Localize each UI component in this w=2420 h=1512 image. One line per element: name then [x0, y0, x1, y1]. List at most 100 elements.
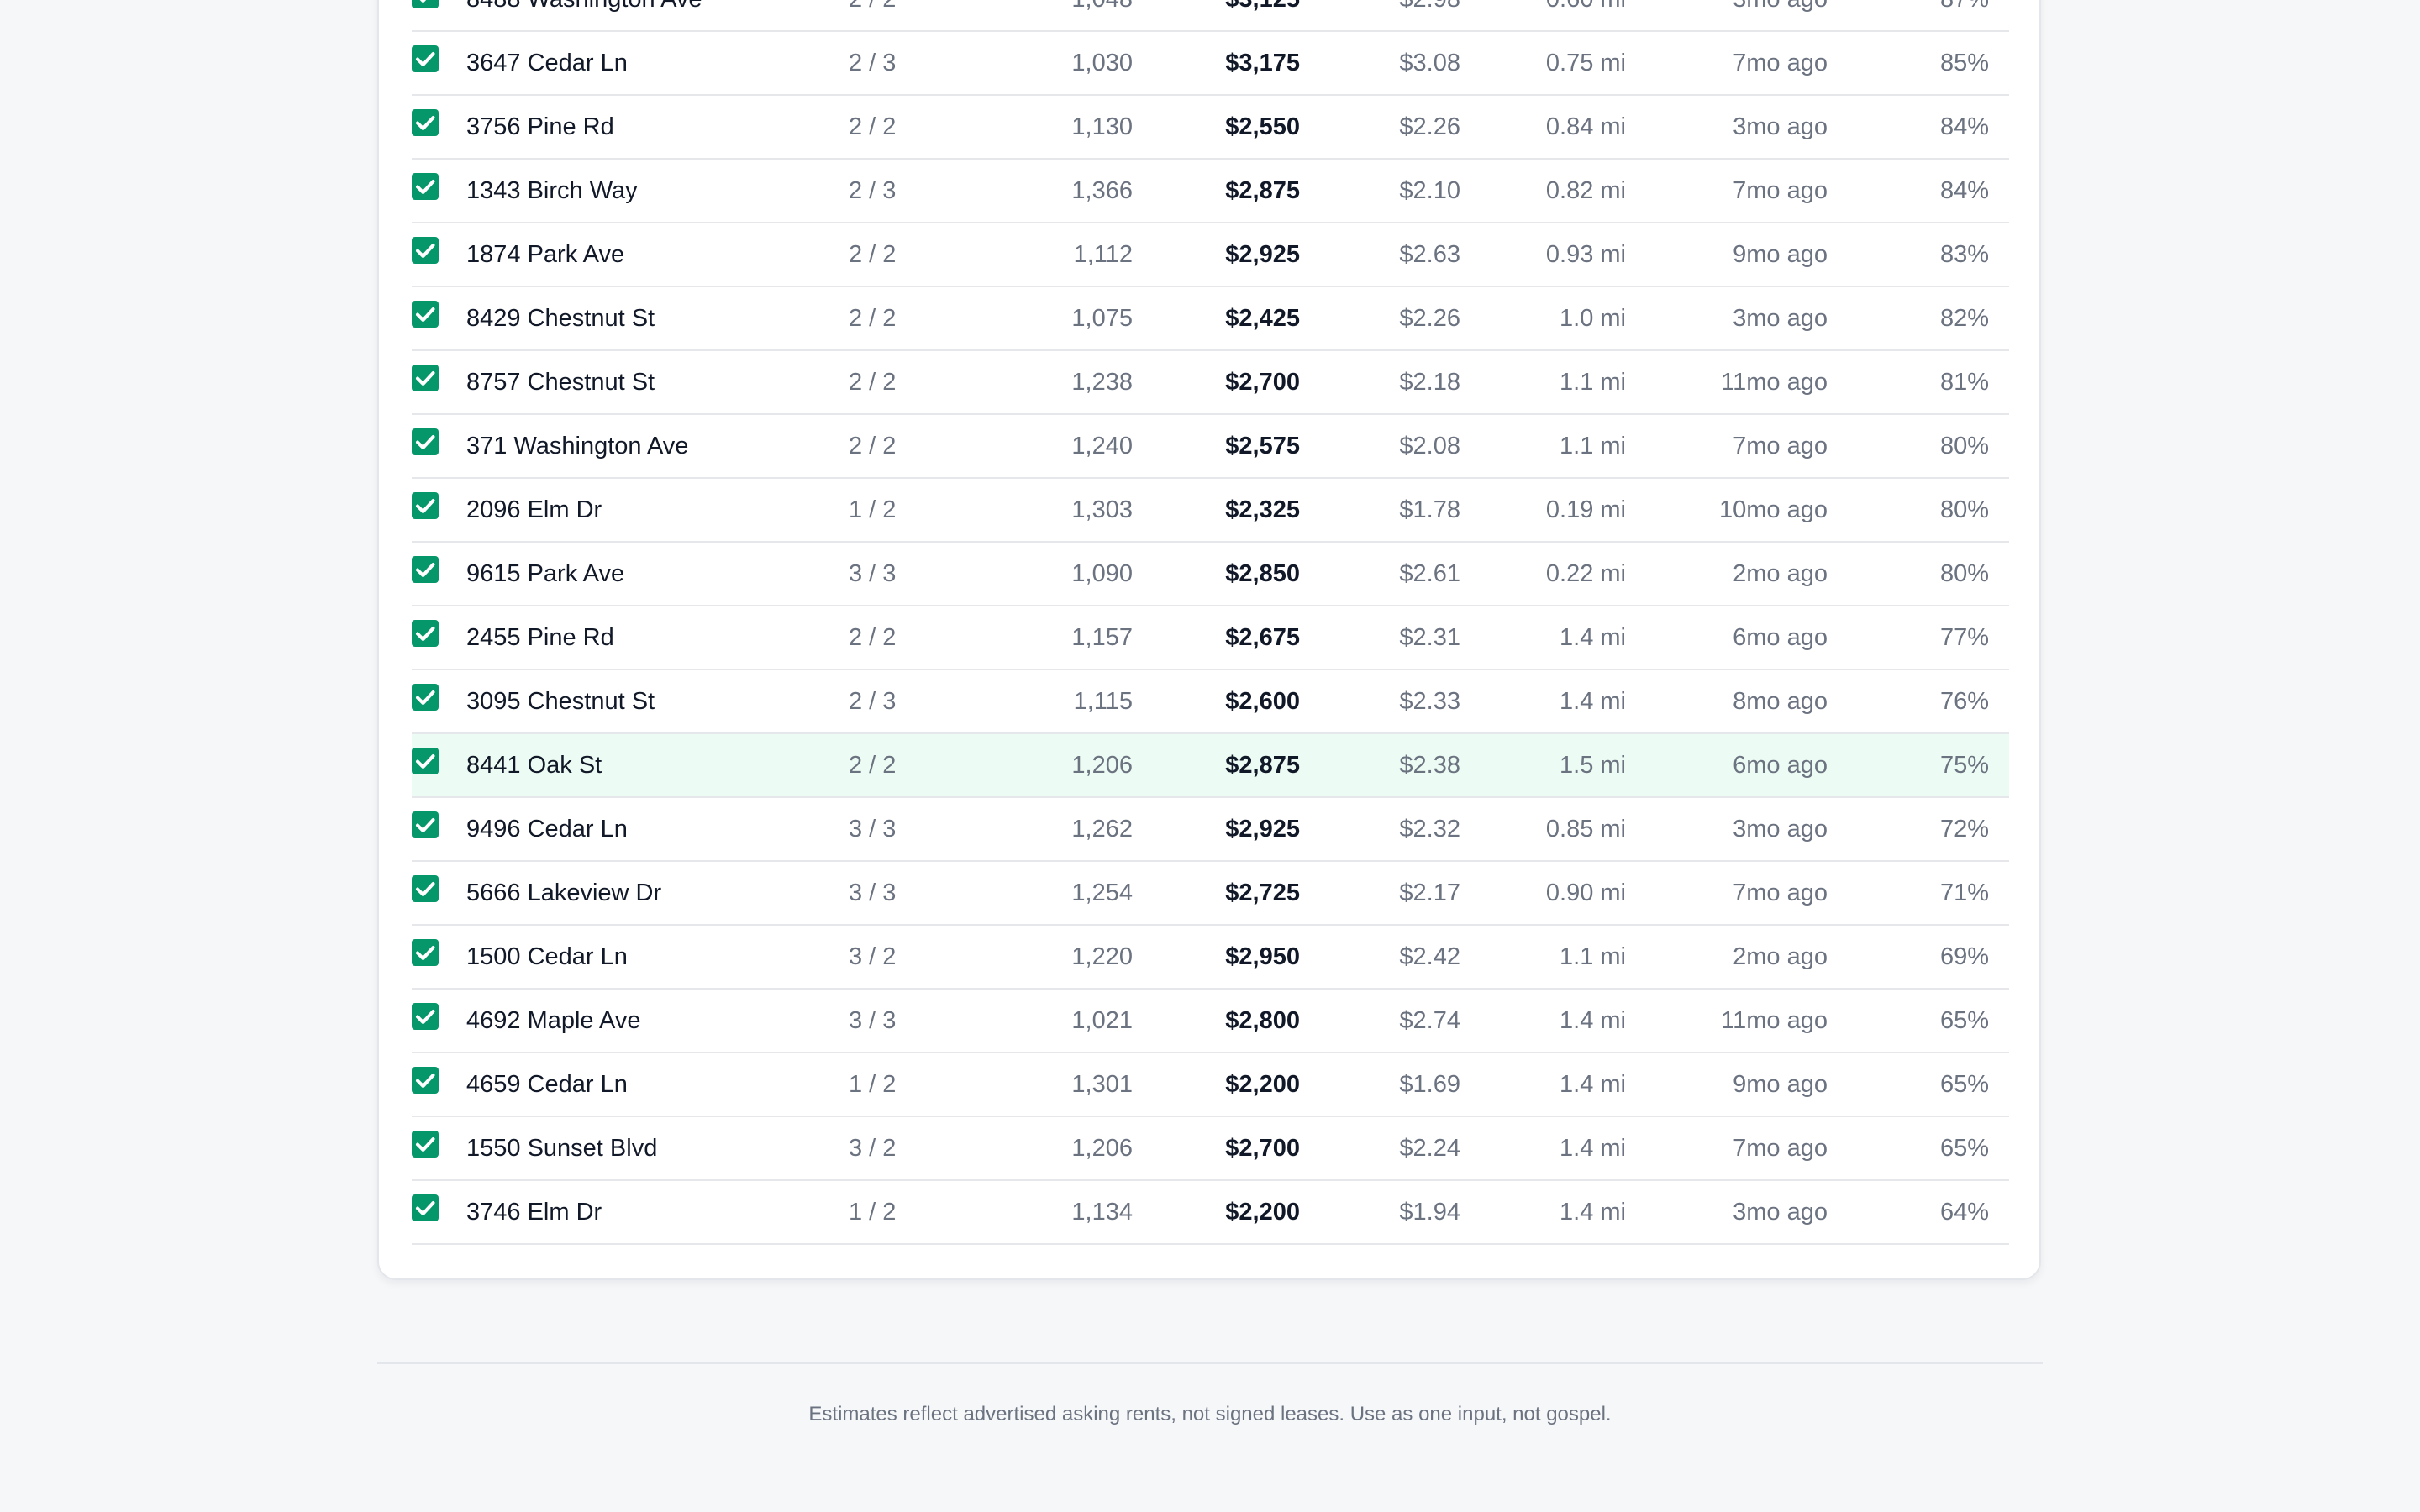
bed-bath-cell: 2 / 2 — [849, 305, 897, 332]
bed-bath-cell: 1 / 2 — [849, 1199, 897, 1226]
sqft-cell: 1,112 — [1073, 241, 1133, 268]
rent-cell: $2,425 — [1225, 305, 1300, 332]
listed-date-cell: 7mo ago — [1733, 50, 1828, 76]
rent-cell: $2,550 — [1225, 113, 1300, 140]
table-row[interactable]: 371 Washington Ave 2 / 2 1,240 $2,575 $2.08 1… — [412, 415, 2009, 479]
listed-date-cell: 3mo ago — [1630, 0, 1828, 30]
bed-bath-cell: 3 / 3 — [849, 1007, 897, 1034]
checkbox-checked-icon[interactable] — [412, 237, 439, 264]
price-per-sqft-cell: $1.78 — [1399, 496, 1460, 523]
table-row[interactable]: 5666 Lakeview Dr 3 / 3 1,254 $2,725 $2.17 0.9… — [412, 862, 2009, 926]
address-cell: 2455 Pine Rd — [466, 624, 614, 651]
address-cell: 5666 Lakeview Dr — [466, 879, 662, 906]
checkbox-checked-icon[interactable] — [412, 45, 439, 72]
match-score-cell: 82% — [1939, 305, 1989, 332]
price-per-sqft-cell: $2.98 — [1302, 0, 1460, 30]
address-cell: 371 Washington Ave — [466, 433, 689, 459]
rent-cell: $2,700 — [1225, 1135, 1300, 1162]
rent-cell: $2,700 — [1225, 369, 1300, 396]
rent-cell: $2,725 — [1225, 879, 1300, 906]
price-per-sqft-cell: $2.10 — [1399, 177, 1460, 204]
price-per-sqft-cell: $2.33 — [1399, 688, 1460, 715]
table-row[interactable]: 9496 Cedar Ln 3 / 3 1,262 $2,925 $2.32 0.85 m… — [412, 798, 2009, 862]
match-score-cell: 83% — [1939, 241, 1989, 268]
table-row[interactable]: 3756 Pine Rd 2 / 2 1,130 $2,550 $2.26 0.84 mi… — [412, 96, 2009, 160]
sqft-cell: 1,157 — [1071, 624, 1133, 651]
match-score-cell: 80% — [1939, 496, 1989, 523]
listed-date-cell: 2mo ago — [1733, 943, 1828, 970]
checkbox-checked-icon[interactable] — [412, 492, 439, 519]
distance-cell: 1.4 mi — [1560, 688, 1626, 715]
listed-date-cell: 3mo ago — [1733, 305, 1828, 332]
address-cell: 9496 Cedar Ln — [466, 816, 628, 843]
match-score-cell: 65% — [1939, 1007, 1989, 1034]
distance-cell: 1.1 mi — [1560, 433, 1626, 459]
checkbox-checked-icon[interactable] — [412, 1067, 439, 1094]
sqft-cell: 1,366 — [1071, 177, 1133, 204]
table-row[interactable]: 3095 Chestnut St 2 / 3 1,115 $2,600 $2.33 1.4… — [412, 670, 2009, 734]
checkbox-checked-icon[interactable] — [412, 365, 439, 391]
table-row[interactable]: 4692 Maple Ave 3 / 3 1,021 $2,800 $2.74 1.4 m… — [412, 990, 2009, 1053]
table-row[interactable]: 2455 Pine Rd 2 / 2 1,157 $2,675 $2.31 1.4 mi 6… — [412, 606, 2009, 670]
table-row[interactable]: 3647 Cedar Ln 2 / 3 1,030 $3,175 $3.08 0.75 m… — [412, 32, 2009, 96]
match-score-cell: 72% — [1939, 816, 1989, 843]
price-per-sqft-cell: $1.69 — [1399, 1071, 1460, 1098]
table-row[interactable]: 8429 Chestnut St 2 / 2 1,075 $2,425 $2.26 1.0… — [412, 287, 2009, 351]
address-cell: 1874 Park Ave — [466, 241, 625, 268]
table-row[interactable]: 1550 Sunset Blvd 3 / 2 1,206 $2,700 $2.24 1.4… — [412, 1117, 2009, 1181]
sqft-cell: 1,238 — [1071, 369, 1133, 396]
table-row[interactable]: 2096 Elm Dr 1 / 2 1,303 $2,325 $1.78 0.19 mi 1… — [412, 479, 2009, 543]
distance-cell: 1.4 mi — [1560, 1199, 1626, 1226]
address-cell: 8488 Washington Ave — [466, 0, 702, 30]
footer-disclaimer: Estimates reflect advertised asking rent… — [808, 1403, 1612, 1425]
sqft-cell: 1,021 — [1071, 1007, 1133, 1034]
checkbox-checked-icon[interactable] — [412, 875, 439, 902]
table-row[interactable]: 4659 Cedar Ln 1 / 2 1,301 $2,200 $1.69 1.4 mi… — [412, 1053, 2009, 1117]
checkbox-checked-icon[interactable] — [412, 1194, 439, 1221]
checkbox-checked-icon[interactable] — [412, 556, 439, 583]
checkbox-checked-icon[interactable] — [412, 748, 439, 774]
rent-cell: $2,800 — [1225, 1007, 1300, 1034]
rent-cell: $2,925 — [1225, 241, 1300, 268]
bed-bath-cell: 2 / 3 — [849, 50, 897, 76]
table-row[interactable]: 9615 Park Ave 3 / 3 1,090 $2,850 $2.61 0.22 m… — [412, 543, 2009, 606]
match-score-cell: 71% — [1939, 879, 1989, 906]
listed-date-cell: 11mo ago — [1721, 1007, 1828, 1034]
listed-date-cell: 6mo ago — [1733, 624, 1828, 651]
distance-cell: 0.22 mi — [1545, 560, 1626, 587]
table-row[interactable]: 8757 Chestnut St 2 / 2 1,238 $2,700 $2.18 1.1… — [412, 351, 2009, 415]
checkbox-checked-icon[interactable] — [412, 684, 439, 711]
bed-bath-cell: 2 / 3 — [849, 688, 897, 715]
price-per-sqft-cell: $2.24 — [1399, 1135, 1460, 1162]
checkbox-checked-icon[interactable] — [412, 1131, 439, 1158]
price-per-sqft-cell: $2.38 — [1399, 752, 1460, 779]
rent-cell: $2,200 — [1225, 1071, 1300, 1098]
bed-bath-cell: 1 / 2 — [849, 1071, 897, 1098]
price-per-sqft-cell: $2.61 — [1399, 560, 1460, 587]
table-row[interactable]: 3746 Elm Dr 1 / 2 1,134 $2,200 $1.94 1.4 mi 3m… — [412, 1181, 2009, 1245]
address-cell: 3647 Cedar Ln — [466, 50, 628, 76]
checkbox-checked-icon[interactable] — [412, 428, 439, 455]
table-row[interactable]: 8488 Washington Ave 2 / 21,048$3,125$2.98… — [412, 0, 2009, 32]
table-row[interactable]: 1500 Cedar Ln 3 / 2 1,220 $2,950 $2.42 1.1 mi… — [412, 926, 2009, 990]
checkbox-checked-icon[interactable] — [412, 1003, 439, 1030]
checkbox-checked-icon[interactable] — [412, 0, 439, 8]
checkbox-checked-icon[interactable] — [412, 811, 439, 838]
listed-date-cell: 3mo ago — [1733, 816, 1828, 843]
sqft-cell: 1,303 — [1071, 496, 1133, 523]
table-row[interactable]: 8441 Oak St 2 / 2 1,206 $2,875 $2.38 1.5 mi 6m… — [412, 734, 2009, 798]
checkbox-checked-icon[interactable] — [412, 109, 439, 136]
checkbox-checked-icon[interactable] — [412, 620, 439, 647]
price-per-sqft-cell: $2.17 — [1399, 879, 1460, 906]
checkbox-checked-icon[interactable] — [412, 301, 439, 328]
address-cell: 8441 Oak St — [466, 752, 602, 779]
address-cell: 1343 Birch Way — [466, 177, 638, 204]
checkbox-checked-icon[interactable] — [412, 173, 439, 200]
listed-date-cell: 9mo ago — [1733, 241, 1828, 268]
checkbox-checked-icon[interactable] — [412, 939, 439, 966]
table-row[interactable]: 1874 Park Ave 2 / 2 1,112 $2,925 $2.63 0.93 m… — [412, 223, 2009, 287]
sqft-cell: 1,030 — [1071, 50, 1133, 76]
price-per-sqft-cell: $2.63 — [1399, 241, 1460, 268]
match-score-cell: 75% — [1939, 752, 1989, 779]
table-row[interactable]: 1343 Birch Way 2 / 3 1,366 $2,875 $2.10 0.82 … — [412, 160, 2009, 223]
